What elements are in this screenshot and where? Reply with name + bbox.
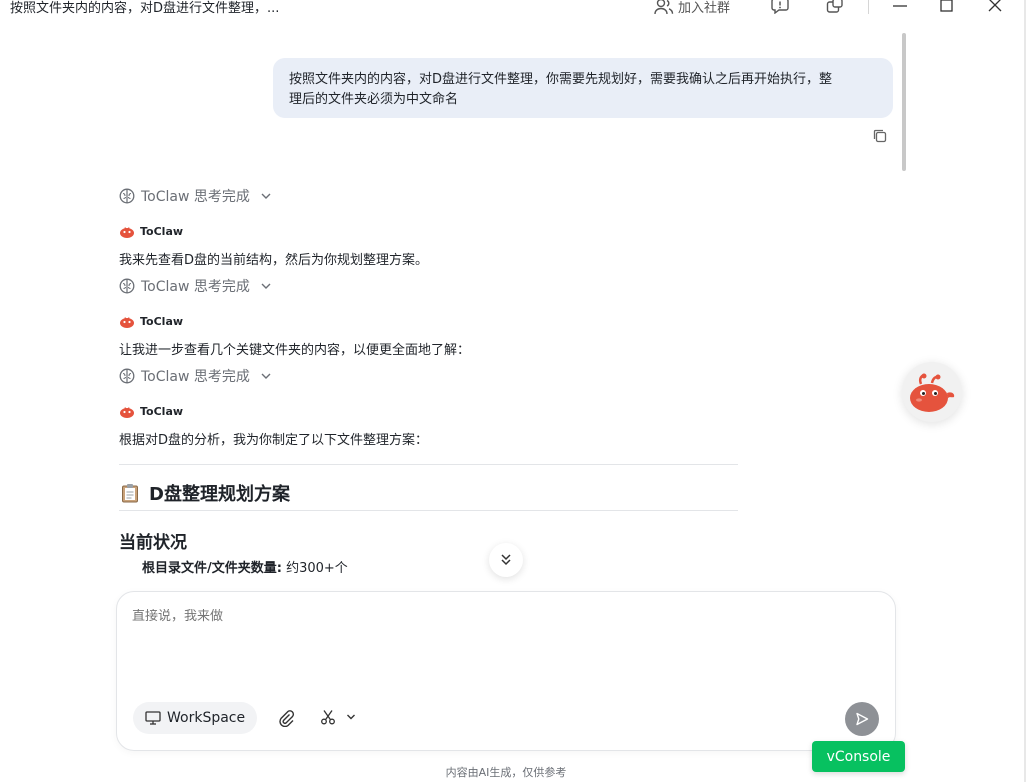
paperclip-icon[interactable] (277, 709, 295, 727)
workspace-label: WorkSpace (167, 710, 246, 726)
close-icon[interactable] (985, 0, 1005, 15)
agent-name: ToClaw (140, 224, 184, 238)
ai-disclaimer: 内容由AI生成，仅供参考 (445, 766, 567, 779)
user-message-bubble: 按照文件夹内的内容，对D盘进行文件整理，你需要先规划好，需要我确认之后再开始执行… (273, 58, 893, 118)
agent-message: 我来先查看D盘的当前结构，然后为你规划整理方案。 (119, 253, 429, 268)
chevron-down-icon (261, 283, 271, 289)
divider (119, 510, 738, 511)
user-message-line-2: 理后的文件夹必须为中文命名 (289, 92, 459, 107)
people-icon (654, 0, 674, 14)
workspace-button[interactable]: WorkSpace (133, 702, 258, 734)
agent-message: 让我进一步查看几个关键文件夹的内容，以便更全面地了解： (119, 343, 471, 358)
thinking-toggle[interactable]: ToClaw 思考完成 (119, 366, 272, 386)
mascot-icon (910, 373, 955, 412)
agent-header: ToClaw (119, 404, 183, 418)
share-icon[interactable] (826, 0, 844, 14)
scissors-icon (321, 710, 335, 725)
agent-name: ToClaw (140, 314, 184, 328)
agent-name: ToClaw (140, 404, 184, 418)
thinking-label: ToClaw 思考完成 (141, 369, 250, 385)
thinking-toggle[interactable]: ToClaw 思考完成 (119, 186, 272, 206)
composer: WorkSpace (116, 591, 896, 751)
skills-dropdown[interactable] (320, 709, 356, 725)
thinking-label: ToClaw 思考完成 (141, 279, 250, 295)
title-bar: 按照文件夹内的内容，对D盘进行文件整理，... 加入社群 (0, 0, 1026, 16)
send-icon (856, 712, 869, 726)
join-community-label: 加入社群 (678, 1, 731, 16)
list-item-value: 约300+个 (286, 561, 348, 576)
clipboard-icon (122, 484, 138, 503)
list-item-label: 根目录文件/文件夹数量: (142, 561, 282, 576)
plan-heading: D盘整理规划方案 (121, 480, 290, 506)
brain-icon (119, 188, 135, 204)
brain-icon (119, 278, 135, 294)
join-community-button[interactable]: 加入社群 (654, 0, 730, 16)
mascot-icon (120, 407, 134, 418)
user-message-line-1: 按照文件夹内的内容，对D盘进行文件整理，你需要先规划好，需要我确认之后再开始执行… (289, 72, 833, 87)
agent-header: ToClaw (119, 224, 183, 238)
window-title: 按照文件夹内的内容，对D盘进行文件整理，... (10, 1, 280, 16)
mascot-icon (120, 317, 134, 328)
feedback-icon[interactable] (771, 0, 789, 14)
message-input[interactable] (132, 609, 872, 624)
minimize-icon[interactable] (890, 0, 910, 15)
brain-icon (119, 368, 135, 384)
chat-scrollbar[interactable] (902, 33, 906, 171)
list-item: 根目录文件/文件夹数量: 约300+个 (142, 557, 348, 576)
copy-icon[interactable] (872, 128, 888, 144)
send-button[interactable] (845, 702, 879, 736)
mascot-icon (120, 227, 134, 238)
thinking-label: ToClaw 思考完成 (141, 189, 250, 205)
chevron-down-icon (261, 193, 271, 199)
chevron-down-icon (347, 714, 355, 720)
chevron-down-icon (261, 373, 271, 379)
title-bar-divider (868, 0, 869, 14)
floating-assistant-button[interactable] (902, 362, 962, 422)
section-title: 当前状况 (119, 533, 187, 553)
plan-title: D盘整理规划方案 (149, 484, 290, 505)
double-chevron-down-icon (501, 554, 511, 566)
agent-message: 根据对D盘的分析，我为你制定了以下文件整理方案： (119, 433, 429, 448)
agent-header: ToClaw (119, 314, 183, 328)
scroll-to-bottom-button[interactable] (489, 543, 523, 577)
thinking-toggle[interactable]: ToClaw 思考完成 (119, 276, 272, 296)
monitor-icon (145, 711, 161, 725)
divider (119, 464, 738, 465)
maximize-icon[interactable] (937, 0, 957, 15)
